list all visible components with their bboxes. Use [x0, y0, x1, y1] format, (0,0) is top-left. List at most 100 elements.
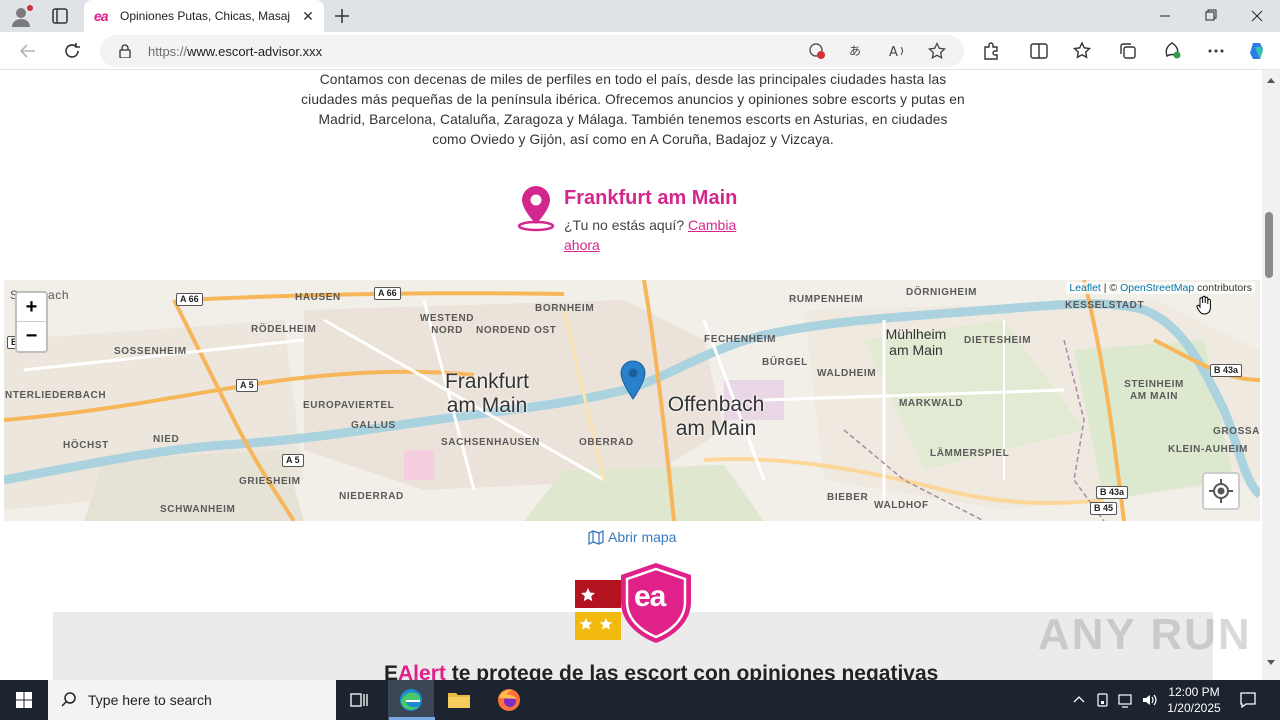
map-label-doernigheim: DÖRNIGHEIM: [906, 287, 977, 298]
notifications-icon[interactable]: [1238, 690, 1258, 710]
map-label-grossau: GROSSAU: [1213, 426, 1260, 437]
network-icon[interactable]: [1117, 691, 1135, 709]
grab-hand-cursor-icon: [1196, 295, 1211, 315]
translate-icon[interactable]: あ: [848, 42, 866, 60]
attribution-separator: | ©: [1100, 282, 1121, 294]
window-close-icon[interactable]: [1234, 0, 1280, 32]
map-label-unterliederbach: NTERLIEDERBACH: [5, 390, 107, 401]
map-label-steinheim: STEINHEIM AM MAIN: [1124, 379, 1184, 402]
clock-time: 12:00 PM: [1168, 685, 1220, 699]
road-shield-b43a-east: B 43a: [1210, 364, 1243, 377]
map-label-bieber: BIEBER: [827, 492, 869, 503]
ealert-heading-prefix: E: [384, 662, 399, 680]
location-pin-icon: [517, 186, 555, 232]
lock-icon[interactable]: [118, 44, 132, 58]
tracking-prevention-icon[interactable]: [808, 42, 826, 60]
open-map-label: Abrir mapa: [608, 529, 677, 545]
map-label-rumpenheim: RUMPENHEIM: [789, 294, 864, 305]
tab-actions-icon[interactable]: [50, 6, 70, 26]
svg-text:A: A: [889, 45, 898, 60]
map-label-westend-nord: WESTEND NORD: [419, 313, 475, 336]
split-screen-icon[interactable]: [1029, 41, 1049, 61]
map-label-nordend-ost: NORDEND OST: [476, 325, 557, 336]
firefox-icon[interactable]: [486, 680, 532, 720]
scroll-thumb[interactable]: [1265, 212, 1273, 278]
task-view-icon[interactable]: [336, 680, 382, 720]
intro-paragraph: Contamos con decenas de miles de perfile…: [301, 72, 965, 147]
map-label-europaviertel: EUROPAVIERTEL: [303, 400, 395, 411]
map-zoom-control: + −: [15, 291, 48, 353]
road-shield-a66-west: A 66: [176, 293, 203, 306]
collections-icon[interactable]: [1118, 41, 1138, 61]
ealert-heading-rest: te protege de las escort con opiniones n…: [445, 662, 939, 680]
profile-alert-dot: [27, 5, 33, 11]
reload-icon[interactable]: [61, 40, 83, 62]
road-shield-a66-north: A 66: [374, 287, 401, 300]
window-minimize-icon[interactable]: [1142, 0, 1188, 32]
map-label-markwald: MARKWALD: [899, 398, 964, 409]
map-marker-icon[interactable]: [620, 360, 646, 400]
map-label-fragment-ach: ach: [48, 288, 70, 302]
search-placeholder: Type here to search: [88, 692, 212, 708]
map-label-dietesheim: DIETESHEIM: [964, 335, 1032, 346]
map-label-schwanheim: SCHWANHEIM: [160, 504, 236, 515]
map-label-roedelheim: RÖDELHEIM: [251, 324, 317, 335]
svg-text:あ: あ: [849, 44, 861, 58]
extensions-icon[interactable]: [981, 41, 1001, 61]
favorites-icon[interactable]: [1073, 41, 1093, 61]
edge-browser-icon[interactable]: [388, 680, 434, 720]
map-label-laemmerspiel: LÄMMERSPIEL: [930, 448, 1010, 459]
city-name: Frankfurt am Main: [564, 187, 738, 209]
zoom-in-button[interactable]: +: [17, 293, 46, 322]
tray-device-icon[interactable]: [1094, 691, 1112, 709]
ealert-heading: EAlert te protege de las escort con opin…: [384, 662, 938, 680]
road-shield-a5-north: A 5: [236, 379, 258, 392]
leaflet-map[interactable]: HAUSEN RÖDELHEIM WESTEND NORD NORDEND OS…: [4, 280, 1260, 521]
map-label-sossenheim: SOSSENHEIM: [114, 346, 187, 357]
map-label-frankfurt: Frankfurt am Main: [444, 370, 530, 417]
current-location: Frankfurt am Main ¿Tu no estás aquí? Cam…: [516, 184, 776, 254]
map-label-sachsenhausen: SACHSENHAUSEN: [441, 437, 540, 448]
ealert-heading-brand: Alert: [398, 662, 446, 680]
active-tab[interactable]: ea Opiniones Putas, Chicas, Masajist ✕: [84, 0, 324, 32]
map-label-fechenheim: FECHENHEIM: [704, 334, 777, 345]
map-attribution: Leaflet | © OpenStreetMap contributors: [1066, 282, 1255, 294]
system-clock[interactable]: 12:00 PM 1/20/2025: [1162, 684, 1226, 716]
tab-close-icon[interactable]: ✕: [300, 8, 316, 24]
leaflet-link[interactable]: Leaflet: [1069, 282, 1101, 294]
tray-overflow-chevron-icon[interactable]: [1070, 691, 1088, 709]
map-label-klein-auheim: KLEIN-AUHEIM: [1168, 444, 1248, 455]
openstreetmap-link[interactable]: OpenStreetMap: [1120, 282, 1194, 294]
back-arrow-icon[interactable]: [17, 40, 39, 62]
road-shield-b45: B 45: [1090, 502, 1118, 515]
url-host: www.escort-advisor.xxx: [187, 44, 323, 59]
windows-start-icon[interactable]: [0, 680, 48, 720]
map-outline-icon: [588, 530, 604, 545]
page-scrollbar[interactable]: [1262, 70, 1280, 680]
map-label-buergel: BÜRGEL: [762, 357, 808, 368]
not-here-label: ¿Tu no estás aquí?: [564, 217, 685, 233]
scroll-up-arrow-icon[interactable]: [1267, 78, 1275, 83]
road-shield-a5-south: A 5: [282, 454, 304, 467]
address-bar[interactable]: https://www.escort-advisor.xxx あ A: [100, 35, 964, 67]
copilot-icon[interactable]: [1247, 41, 1267, 61]
anyrun-watermark: ANY RUN: [1038, 610, 1252, 659]
window-restore-icon[interactable]: [1188, 0, 1234, 32]
scroll-down-arrow-icon[interactable]: [1267, 660, 1275, 665]
taskbar-search-box[interactable]: Type here to search: [48, 680, 336, 720]
map-tiles: [4, 280, 1260, 521]
read-aloud-icon[interactable]: A: [888, 42, 906, 60]
volume-icon[interactable]: [1141, 691, 1159, 709]
road-shield-b43a-south: B 43a: [1096, 486, 1129, 499]
url-text[interactable]: https://www.escort-advisor.xxx: [148, 44, 322, 59]
zoom-out-button[interactable]: −: [17, 322, 46, 351]
map-label-offenbach: Offenbach am Main: [667, 393, 765, 440]
file-explorer-icon[interactable]: [436, 680, 482, 720]
new-tab-icon[interactable]: [332, 6, 352, 26]
map-label-hausen: HAUSEN: [295, 292, 341, 303]
favorite-star-icon[interactable]: [928, 42, 946, 60]
locate-me-button[interactable]: [1202, 472, 1240, 510]
browser-essentials-icon[interactable]: [1162, 41, 1182, 61]
map-label-nied: NIED: [153, 434, 180, 445]
more-options-icon[interactable]: [1206, 41, 1226, 61]
